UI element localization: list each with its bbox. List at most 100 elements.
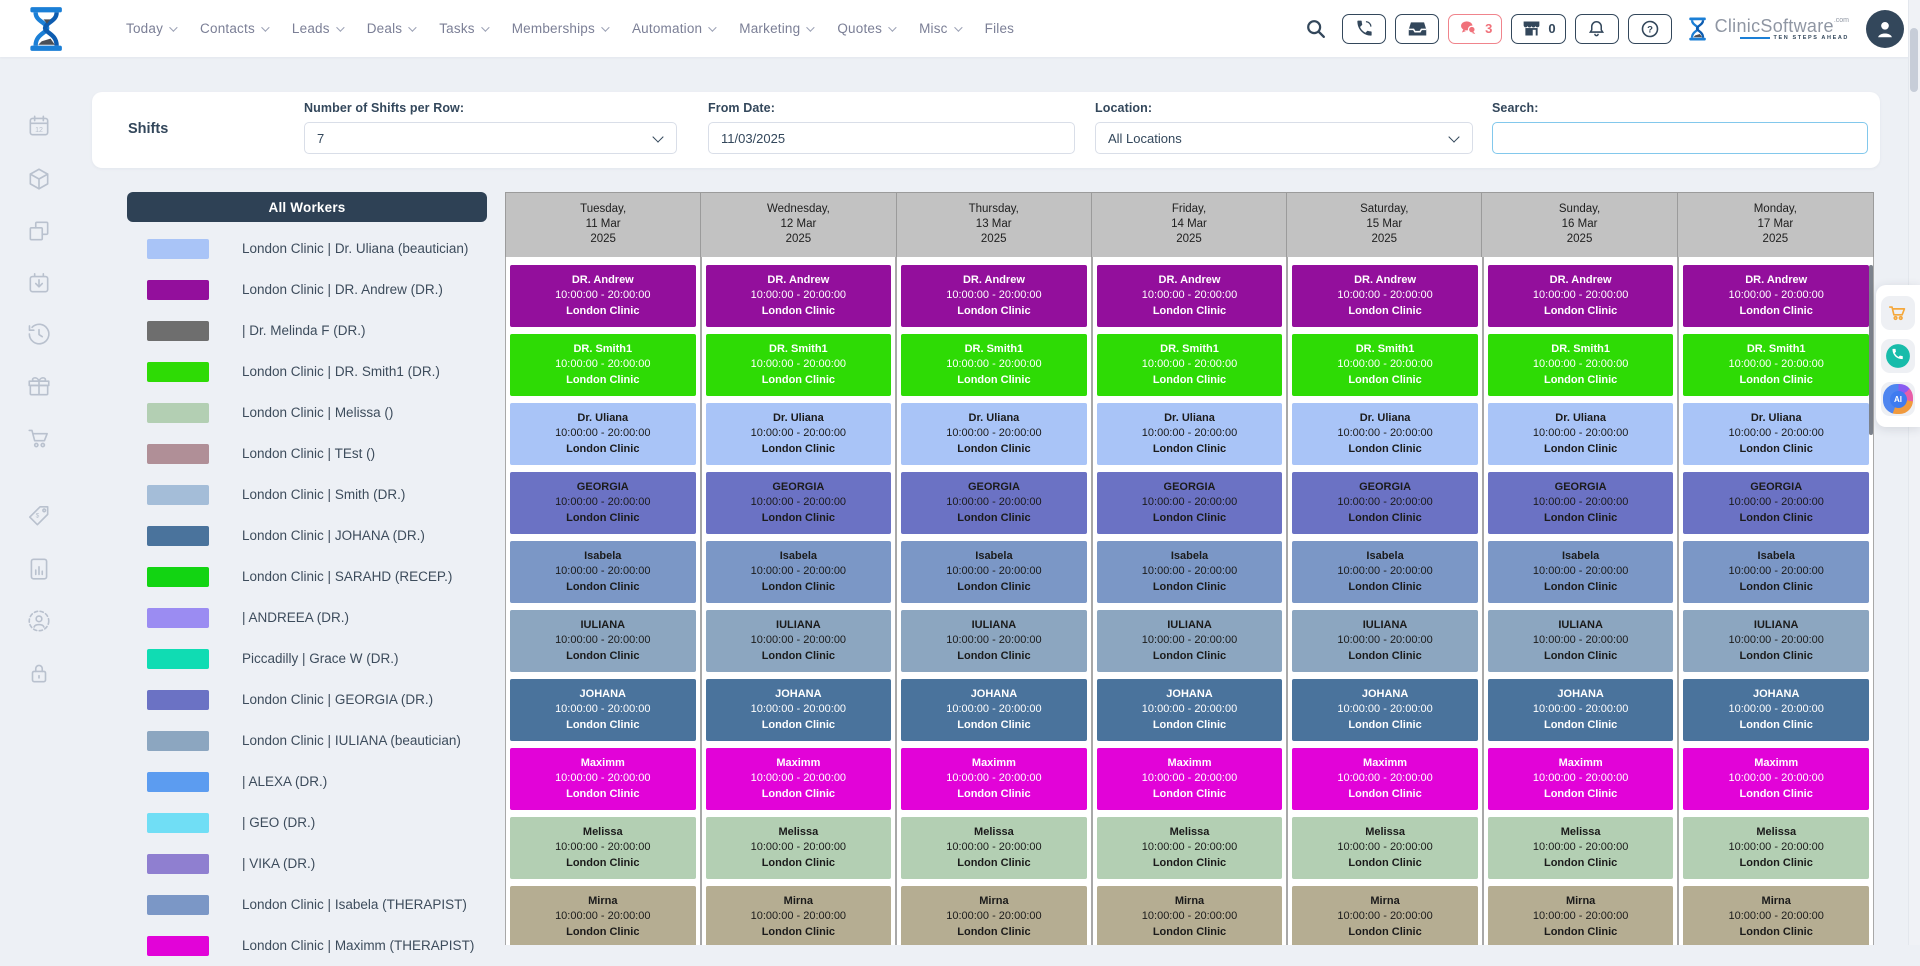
worker-list-item[interactable]: | ALEXA (DR.): [127, 761, 487, 802]
shift-block[interactable]: Isabela10:00:00 - 20:00:00London Clinic: [1683, 541, 1869, 603]
workers-panel-title[interactable]: All Workers: [127, 192, 487, 222]
nav-item-leads[interactable]: Leads: [292, 21, 342, 36]
shift-block[interactable]: JOHANA10:00:00 - 20:00:00London Clinic: [706, 679, 892, 741]
worker-list-item[interactable]: London Clinic | Smith (DR.): [127, 474, 487, 515]
shift-block[interactable]: IULIANA10:00:00 - 20:00:00London Clinic: [1097, 610, 1283, 672]
worker-list-item[interactable]: | ANDREEA (DR.): [127, 597, 487, 638]
sidebar-icon-cube[interactable]: [26, 166, 52, 192]
worker-list-item[interactable]: London Clinic | Isabela (THERAPIST): [127, 884, 487, 925]
shift-block[interactable]: DR. Andrew10:00:00 - 20:00:00London Clin…: [1292, 265, 1478, 327]
worker-list-item[interactable]: London Clinic | DR. Smith1 (DR.): [127, 351, 487, 392]
shift-block[interactable]: Mirna10:00:00 - 20:00:00London Clinic: [1488, 886, 1674, 945]
shift-block[interactable]: Dr. Uliana10:00:00 - 20:00:00London Clin…: [1683, 403, 1869, 465]
shift-block[interactable]: IULIANA10:00:00 - 20:00:00London Clinic: [1292, 610, 1478, 672]
worker-list-item[interactable]: London Clinic | Melissa (): [127, 392, 487, 433]
shift-block[interactable]: GEORGIA10:00:00 - 20:00:00London Clinic: [510, 472, 696, 534]
shift-block[interactable]: JOHANA10:00:00 - 20:00:00London Clinic: [1097, 679, 1283, 741]
page-scrollbar-thumb[interactable]: [1910, 28, 1918, 92]
nav-item-contacts[interactable]: Contacts: [200, 21, 267, 36]
shift-block[interactable]: JOHANA10:00:00 - 20:00:00London Clinic: [510, 679, 696, 741]
shift-block[interactable]: DR. Andrew10:00:00 - 20:00:00London Clin…: [1488, 265, 1674, 327]
page-scrollbar[interactable]: [1908, 0, 1920, 945]
sidebar-icon-calendar-import[interactable]: [26, 270, 52, 296]
sidebar-icon-report[interactable]: [26, 556, 52, 582]
shift-block[interactable]: JOHANA10:00:00 - 20:00:00London Clinic: [1488, 679, 1674, 741]
worker-list-item[interactable]: London Clinic | DR. Andrew (DR.): [127, 269, 487, 310]
notifications-button[interactable]: [1575, 14, 1619, 44]
nav-item-misc[interactable]: Misc: [919, 21, 960, 36]
shift-block[interactable]: Melissa10:00:00 - 20:00:00London Clinic: [1097, 817, 1283, 879]
shift-block[interactable]: Mirna10:00:00 - 20:00:00London Clinic: [706, 886, 892, 945]
shift-block[interactable]: Mirna10:00:00 - 20:00:00London Clinic: [1683, 886, 1869, 945]
shift-block[interactable]: Mirna10:00:00 - 20:00:00London Clinic: [901, 886, 1087, 945]
shift-block[interactable]: GEORGIA10:00:00 - 20:00:00London Clinic: [1488, 472, 1674, 534]
shift-block[interactable]: Dr. Uliana10:00:00 - 20:00:00London Clin…: [706, 403, 892, 465]
help-button[interactable]: ?: [1628, 14, 1672, 44]
shift-block[interactable]: DR. Smith110:00:00 - 20:00:00London Clin…: [1488, 334, 1674, 396]
tool-ai-icon[interactable]: AI: [1881, 382, 1915, 416]
shift-block[interactable]: Isabela10:00:00 - 20:00:00London Clinic: [1097, 541, 1283, 603]
search-input[interactable]: [1492, 122, 1868, 154]
shift-block[interactable]: GEORGIA10:00:00 - 20:00:00London Clinic: [1292, 472, 1478, 534]
shift-block[interactable]: Dr. Uliana10:00:00 - 20:00:00London Clin…: [510, 403, 696, 465]
shift-block[interactable]: Isabela10:00:00 - 20:00:00London Clinic: [1488, 541, 1674, 603]
chat-button[interactable]: 3: [1448, 14, 1502, 44]
shift-block[interactable]: IULIANA10:00:00 - 20:00:00London Clinic: [901, 610, 1087, 672]
shift-block[interactable]: JOHANA10:00:00 - 20:00:00London Clinic: [1683, 679, 1869, 741]
worker-list-item[interactable]: London Clinic | Dr. Uliana (beautician): [127, 228, 487, 269]
nav-item-today[interactable]: Today: [126, 21, 175, 36]
worker-list-item[interactable]: Piccadilly | Grace W (DR.): [127, 638, 487, 679]
shift-block[interactable]: Mirna10:00:00 - 20:00:00London Clinic: [1292, 886, 1478, 945]
shift-block[interactable]: IULIANA10:00:00 - 20:00:00London Clinic: [1488, 610, 1674, 672]
nav-item-automation[interactable]: Automation: [632, 21, 714, 36]
worker-list-item[interactable]: | Dr. Melinda F (DR.): [127, 310, 487, 351]
shift-block[interactable]: Maximm10:00:00 - 20:00:00London Clinic: [1097, 748, 1283, 810]
shift-block[interactable]: Maximm10:00:00 - 20:00:00London Clinic: [1488, 748, 1674, 810]
sidebar-icon-calendar-12[interactable]: 12: [26, 113, 52, 139]
shift-block[interactable]: DR. Smith110:00:00 - 20:00:00London Clin…: [1683, 334, 1869, 396]
shift-block[interactable]: IULIANA10:00:00 - 20:00:00London Clinic: [510, 610, 696, 672]
nav-item-memberships[interactable]: Memberships: [512, 21, 607, 36]
sidebar-icon-cart[interactable]: [26, 425, 52, 451]
nav-item-tasks[interactable]: Tasks: [439, 21, 487, 36]
shift-block[interactable]: DR. Andrew10:00:00 - 20:00:00London Clin…: [1683, 265, 1869, 327]
shift-block[interactable]: Maximm10:00:00 - 20:00:00London Clinic: [706, 748, 892, 810]
shift-block[interactable]: DR. Smith110:00:00 - 20:00:00London Clin…: [901, 334, 1087, 396]
shift-block[interactable]: DR. Smith110:00:00 - 20:00:00London Clin…: [706, 334, 892, 396]
store-button[interactable]: 0: [1511, 14, 1565, 44]
shift-block[interactable]: Melissa10:00:00 - 20:00:00London Clinic: [1292, 817, 1478, 879]
shift-block[interactable]: Melissa10:00:00 - 20:00:00London Clinic: [1683, 817, 1869, 879]
shift-block[interactable]: DR. Andrew10:00:00 - 20:00:00London Clin…: [510, 265, 696, 327]
search-icon[interactable]: [1305, 18, 1327, 40]
shift-block[interactable]: Maximm10:00:00 - 20:00:00London Clinic: [1292, 748, 1478, 810]
worker-list-item[interactable]: London Clinic | GEORGIA (DR.): [127, 679, 487, 720]
location-select[interactable]: All Locations: [1095, 122, 1473, 154]
nav-item-marketing[interactable]: Marketing: [739, 21, 812, 36]
shift-block[interactable]: DR. Smith110:00:00 - 20:00:00London Clin…: [510, 334, 696, 396]
shift-block[interactable]: Dr. Uliana10:00:00 - 20:00:00London Clin…: [1097, 403, 1283, 465]
shift-block[interactable]: Maximm10:00:00 - 20:00:00London Clinic: [1683, 748, 1869, 810]
sidebar-icon-gift[interactable]: [26, 373, 52, 399]
nav-item-quotes[interactable]: Quotes: [837, 21, 894, 36]
shift-block[interactable]: DR. Andrew10:00:00 - 20:00:00London Clin…: [1097, 265, 1283, 327]
shift-block[interactable]: Isabela10:00:00 - 20:00:00London Clinic: [1292, 541, 1478, 603]
shift-block[interactable]: Melissa10:00:00 - 20:00:00London Clinic: [510, 817, 696, 879]
shift-block[interactable]: Isabela10:00:00 - 20:00:00London Clinic: [706, 541, 892, 603]
tool-phone-icon[interactable]: [1881, 339, 1915, 373]
shift-block[interactable]: DR. Andrew10:00:00 - 20:00:00London Clin…: [706, 265, 892, 327]
shift-block[interactable]: Dr. Uliana10:00:00 - 20:00:00London Clin…: [1488, 403, 1674, 465]
shift-block[interactable]: DR. Smith110:00:00 - 20:00:00London Clin…: [1292, 334, 1478, 396]
shift-block[interactable]: Melissa10:00:00 - 20:00:00London Clinic: [901, 817, 1087, 879]
shift-block[interactable]: GEORGIA10:00:00 - 20:00:00London Clinic: [1683, 472, 1869, 534]
shift-block[interactable]: Isabela10:00:00 - 20:00:00London Clinic: [510, 541, 696, 603]
worker-list-item[interactable]: London Clinic | JOHANA (DR.): [127, 515, 487, 556]
sidebar-icon-support[interactable]: [26, 608, 52, 634]
shift-block[interactable]: IULIANA10:00:00 - 20:00:00London Clinic: [1683, 610, 1869, 672]
shift-block[interactable]: Melissa10:00:00 - 20:00:00London Clinic: [1488, 817, 1674, 879]
shift-block[interactable]: Dr. Uliana10:00:00 - 20:00:00London Clin…: [1292, 403, 1478, 465]
shifts-per-row-select[interactable]: 7: [304, 122, 677, 154]
worker-list-item[interactable]: London Clinic | TEst (): [127, 433, 487, 474]
nav-item-deals[interactable]: Deals: [367, 21, 415, 36]
app-logo-hourglass-icon[interactable]: [26, 6, 68, 52]
shift-block[interactable]: GEORGIA10:00:00 - 20:00:00London Clinic: [1097, 472, 1283, 534]
